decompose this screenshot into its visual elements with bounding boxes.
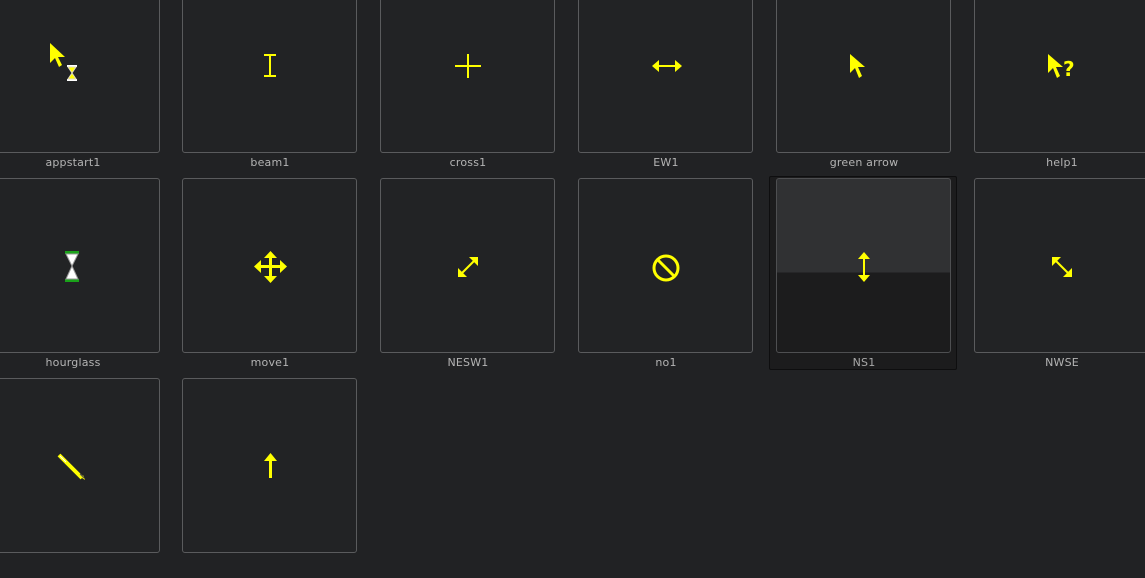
- cursor-thumbnail[interactable]: [0, 0, 160, 153]
- cursor-label: EW1: [653, 156, 679, 169]
- cursor-label: green arrow: [829, 156, 899, 169]
- not-allowed-cursor-icon: [652, 254, 680, 282]
- cursor-thumbnail[interactable]: [380, 178, 555, 353]
- arrow-cursor-icon: [850, 54, 865, 78]
- cursor-tile-pen[interactable]: [0, 378, 183, 578]
- cursor-thumbnail[interactable]: [974, 178, 1145, 353]
- cursor-label: no1: [655, 356, 677, 369]
- up-arrow-cursor-icon: [264, 453, 277, 478]
- cursor-tile-appstart1[interactable]: appstart1: [0, 0, 183, 178]
- cursor-thumbnail[interactable]: [182, 178, 357, 353]
- cursor-tile-help1[interactable]: ? help1: [974, 0, 1145, 178]
- cursor-gallery: appstart1 beam1 cross1 EW1 green arrow ?…: [0, 0, 1145, 553]
- cursor-label: beam1: [250, 156, 290, 169]
- cursor-tile-nwse[interactable]: NWSE: [974, 178, 1145, 378]
- cursor-thumbnail[interactable]: ?: [974, 0, 1145, 153]
- cursor-thumbnail[interactable]: [776, 0, 951, 153]
- cursor-label: hourglass: [45, 356, 101, 369]
- cursor-thumbnail[interactable]: [776, 178, 951, 353]
- appstart-cursor-icon: [50, 43, 77, 81]
- cursor-label: cross1: [449, 156, 487, 169]
- cursor-tile-up-arrow[interactable]: [182, 378, 380, 578]
- cursor-tile-move1[interactable]: move1: [182, 178, 380, 378]
- cursor-label: NS1: [852, 356, 876, 369]
- cursor-label: help1: [1046, 156, 1078, 169]
- cursor-label: appstart1: [45, 156, 101, 169]
- cursor-tile-ns1[interactable]: NS1: [769, 176, 974, 378]
- help-cursor-icon: ?: [1048, 54, 1075, 81]
- cursor-tile-nesw1[interactable]: NESW1: [380, 178, 578, 378]
- hourglass-cursor-icon: [65, 251, 79, 282]
- cursor-thumbnail[interactable]: [380, 0, 555, 153]
- cursor-tile-no1[interactable]: no1: [578, 178, 776, 378]
- cursor-thumbnail[interactable]: [182, 378, 357, 553]
- cursor-tile-ew1[interactable]: EW1: [578, 0, 776, 178]
- cursor-thumbnail[interactable]: [578, 0, 753, 153]
- svg-text:?: ?: [1063, 57, 1075, 81]
- text-beam-cursor-icon: [264, 54, 276, 77]
- resize-ns-cursor-icon: [858, 252, 870, 282]
- crosshair-cursor-icon: [455, 54, 481, 78]
- cursor-thumbnail[interactable]: [0, 178, 160, 353]
- cursor-thumbnail[interactable]: [0, 378, 160, 553]
- cursor-tile-green-arrow[interactable]: green arrow: [776, 0, 974, 178]
- cursor-tile-cross1[interactable]: cross1: [380, 0, 578, 178]
- cursor-label: move1: [250, 356, 290, 369]
- cursor-tile-hourglass[interactable]: hourglass: [0, 178, 183, 378]
- cursor-thumbnail[interactable]: [578, 178, 753, 353]
- cursor-thumbnail[interactable]: [182, 0, 357, 153]
- cursor-label: NWSE: [1045, 356, 1079, 369]
- move-cursor-icon: [254, 251, 287, 283]
- resize-nwse-cursor-icon: [1052, 257, 1072, 277]
- cursor-label: NESW1: [447, 356, 489, 369]
- resize-nesw-cursor-icon: [458, 257, 478, 277]
- pen-cursor-icon: [57, 453, 85, 480]
- cursor-tile-beam1[interactable]: beam1: [182, 0, 380, 178]
- resize-ew-cursor-icon: [652, 60, 682, 72]
